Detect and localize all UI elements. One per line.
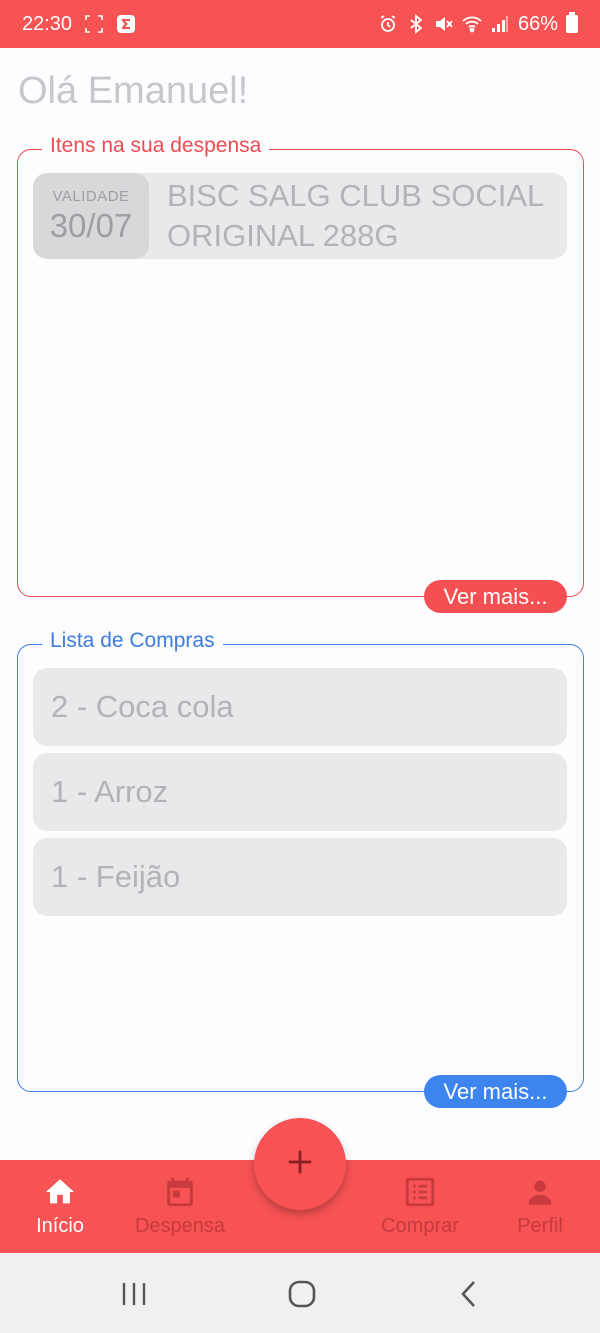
pantry-item-name: BISC SALG CLUB SOCIAL ORIGINAL 288G xyxy=(167,178,544,253)
alarm-icon xyxy=(378,14,398,34)
nav-item-label: Comprar xyxy=(381,1215,459,1237)
pantry-section-title: Itens na sua despensa xyxy=(42,134,270,158)
validity-date: 30/07 xyxy=(49,206,133,244)
pantry-see-more-button[interactable]: Ver mais... xyxy=(424,580,567,613)
wifi-icon xyxy=(462,14,482,34)
mute-icon xyxy=(434,14,454,34)
home-icon xyxy=(43,1175,77,1209)
bluetooth-icon xyxy=(406,14,426,34)
nav-item-despensa[interactable]: Despensa xyxy=(120,1160,240,1253)
person-icon xyxy=(523,1175,557,1209)
system-navigation-bar xyxy=(0,1253,600,1333)
shopping-list-title: Lista de Compras xyxy=(42,629,223,653)
shopping-list-section: Lista de Compras 2 - Coca cola 1 - Arroz… xyxy=(17,629,584,1108)
nav-item-inicio[interactable]: Início xyxy=(0,1160,120,1253)
status-bar: 22:30 66% xyxy=(0,0,600,48)
pantry-item[interactable]: VALIDADE 30/07 BISC SALG CLUB SOCIAL ORI… xyxy=(33,173,567,259)
shopping-see-more-button[interactable]: Ver mais... xyxy=(424,1075,567,1108)
greeting-title: Olá Emanuel! xyxy=(18,70,249,112)
signal-icon xyxy=(490,14,510,34)
nav-item-label: Perfil xyxy=(517,1215,563,1237)
validity-badge: VALIDADE 30/07 xyxy=(33,173,149,259)
plus-icon xyxy=(285,1147,315,1182)
nav-item-perfil[interactable]: Perfil xyxy=(480,1160,600,1253)
validity-label: VALIDADE xyxy=(52,187,130,205)
home-circle-icon[interactable] xyxy=(287,1279,317,1309)
pantry-section: Itens na sua despensa VALIDADE 30/07 BIS… xyxy=(17,134,584,613)
add-fab-button[interactable] xyxy=(254,1118,346,1210)
nav-item-label: Início xyxy=(36,1215,84,1237)
app-notification-icon xyxy=(116,14,136,34)
status-time: 22:30 xyxy=(22,12,73,35)
nav-item-label: Despensa xyxy=(134,1215,226,1237)
list-icon xyxy=(403,1175,437,1209)
nav-item-comprar[interactable]: Comprar xyxy=(360,1160,480,1253)
list-item[interactable]: 1 - Arroz xyxy=(33,753,567,831)
calendar-icon xyxy=(163,1175,197,1209)
battery-percent: 66% xyxy=(517,12,558,35)
list-item[interactable]: 1 - Feijão xyxy=(33,838,567,916)
list-item[interactable]: 2 - Coca cola xyxy=(33,668,567,746)
battery-icon xyxy=(566,12,578,33)
back-icon[interactable] xyxy=(455,1279,485,1309)
shopping-list: 2 - Coca cola 1 - Arroz 1 - Feijão xyxy=(33,668,567,923)
recents-icon[interactable] xyxy=(119,1279,149,1309)
screenshot-icon xyxy=(84,14,104,34)
